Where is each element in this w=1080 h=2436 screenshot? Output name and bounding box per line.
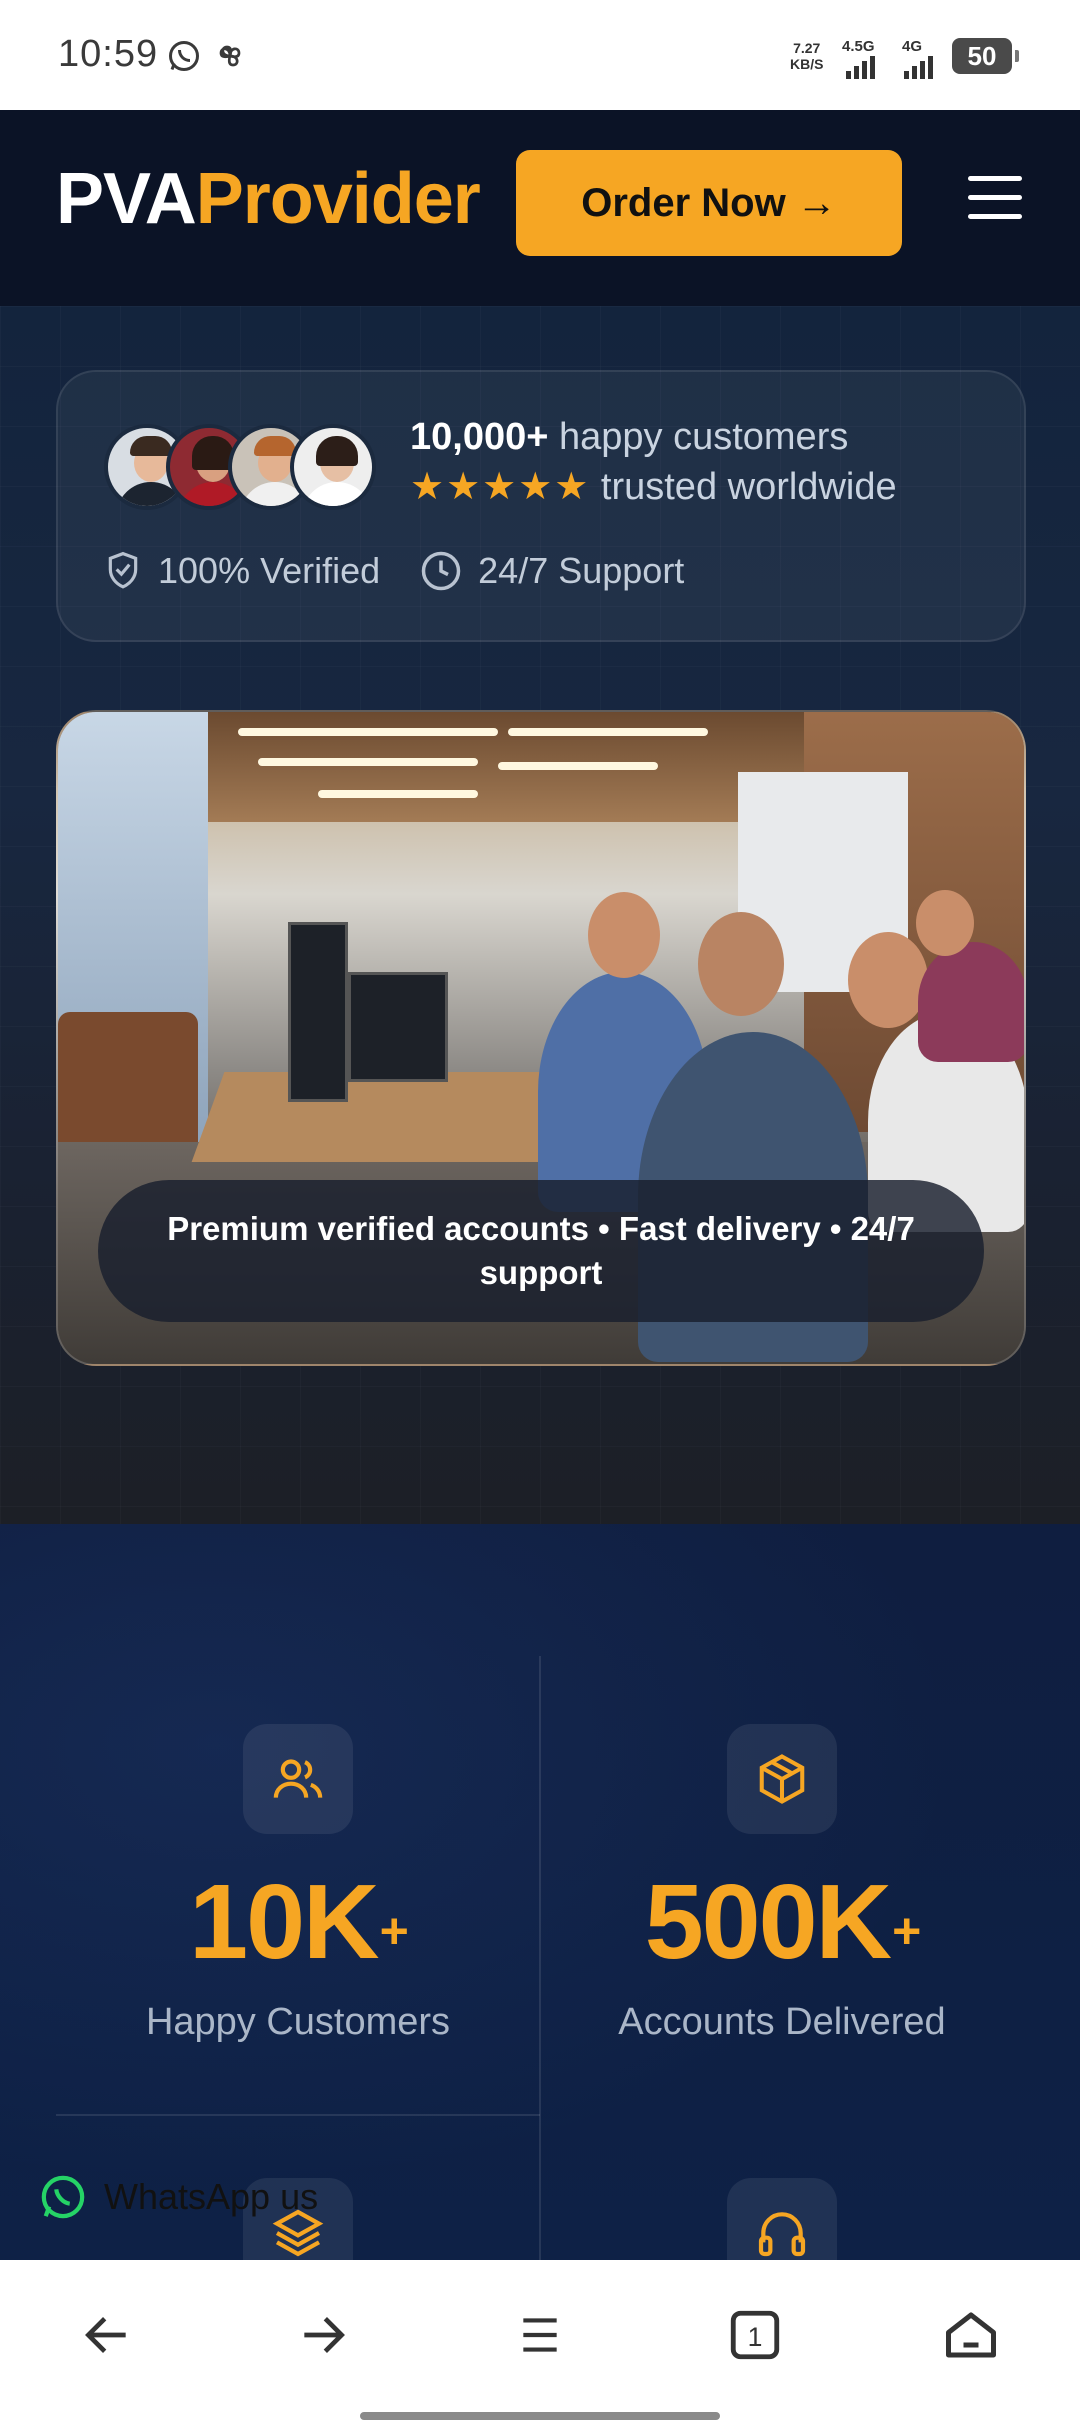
support-badge: 24/7 Support: [420, 550, 684, 592]
browser-bottom-bar: 1: [0, 2260, 1080, 2436]
back-arrow-icon[interactable]: [72, 2300, 142, 2370]
status-bar: 10:59 7.27 KB/S 4.5G 4G 50: [0, 0, 1080, 110]
home-icon[interactable]: [936, 2300, 1006, 2370]
menu-lines-icon[interactable]: [505, 2300, 575, 2370]
stat-accounts-delivered: 500K+ Accounts Delivered: [540, 1724, 1024, 2044]
star-rating-icon: ★★★★★: [410, 466, 591, 508]
stats-section: 10K+ Happy Customers 500K+ Accounts Deli…: [0, 1524, 1080, 2288]
site-logo[interactable]: PVAProvider: [56, 158, 481, 240]
whatsapp-icon: [41, 2175, 85, 2219]
battery-indicator: 50: [952, 38, 1019, 74]
signal-bars-icon: [904, 56, 933, 79]
signal-bars-icon: [846, 56, 875, 79]
stat-value: 10K+: [189, 1863, 409, 1981]
shield-check-icon: [108, 551, 138, 589]
package-icon: [727, 1724, 837, 1834]
customers-count-text: 10,000+ happy customers: [410, 416, 849, 458]
signal-1: 4.5G: [842, 38, 888, 83]
verified-badge: 100% Verified: [104, 550, 380, 592]
stat-happy-customers: 10K+ Happy Customers: [56, 1724, 540, 2044]
status-time: 10:59: [58, 33, 159, 75]
forward-arrow-icon[interactable]: [288, 2300, 358, 2370]
hero-section: 10,000+ happy customers ★★★★★ trusted wo…: [0, 306, 1080, 1524]
signal-2: 4G: [902, 38, 942, 83]
stat-value: 500K+: [644, 1863, 922, 1981]
stat-label: Accounts Delivered: [618, 2001, 946, 2043]
customer-avatars: [104, 424, 384, 510]
trust-card: 10,000+ happy customers ★★★★★ trusted wo…: [56, 370, 1026, 642]
hamburger-menu-icon[interactable]: [968, 176, 1022, 226]
users-icon: [243, 1724, 353, 1834]
office-team-photo: Premium verified accounts • Fast deliver…: [56, 710, 1026, 1366]
trust-badges: 100% Verified 24/7 Support: [104, 550, 724, 592]
whatsapp-status-icon: [166, 38, 202, 79]
avatar: [290, 424, 376, 510]
stat-label: Happy Customers: [145, 2001, 451, 2043]
divider: [56, 2114, 540, 2116]
network-speed: 7.27 KB/S: [790, 40, 824, 72]
pinwheel-status-icon: [212, 38, 248, 79]
whatsapp-button[interactable]: WhatsApp us: [40, 2174, 318, 2220]
order-now-button[interactable]: Order Now →: [516, 150, 902, 256]
clock-icon: [421, 551, 461, 591]
gesture-home-bar[interactable]: [360, 2412, 720, 2420]
rating-line: ★★★★★ trusted worldwide: [410, 466, 897, 508]
photo-caption: Premium verified accounts • Fast deliver…: [98, 1180, 984, 1322]
tabs-count-icon[interactable]: 1: [720, 2300, 790, 2370]
site-header: PVAProvider Order Now →: [0, 110, 1080, 306]
svg-text:1: 1: [748, 2322, 763, 2352]
